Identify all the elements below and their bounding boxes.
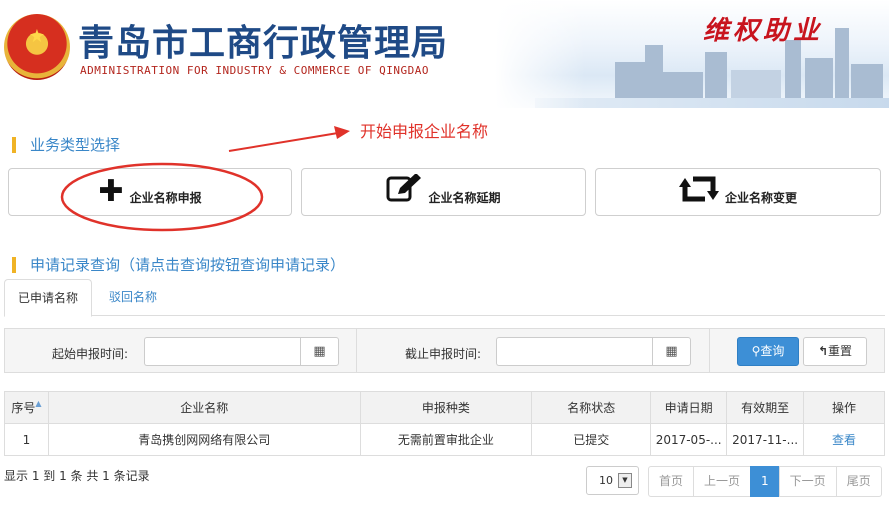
query-button[interactable]: ⚲查询 bbox=[737, 337, 799, 366]
chevron-down-icon: ▼ bbox=[618, 473, 632, 488]
page-prev-button[interactable]: 上一页 bbox=[693, 466, 752, 497]
edit-icon bbox=[386, 173, 422, 210]
cell-valid-until: 2017-11-... bbox=[726, 423, 805, 456]
divider bbox=[356, 329, 357, 372]
section-records: 申请记录查询（请点击查询按钮查询申请记录） bbox=[12, 254, 345, 275]
change-name-button[interactable]: 企业名称变更 bbox=[595, 168, 881, 216]
header-banner: 维权助业 bbox=[495, 0, 889, 108]
cell-index: 1 bbox=[4, 423, 49, 456]
query-label: 查询 bbox=[760, 344, 785, 358]
sort-icon: ▲ bbox=[35, 399, 42, 408]
page-size-value: 10 bbox=[599, 474, 613, 487]
reset-label: 重置 bbox=[828, 344, 853, 358]
cell-status: 已提交 bbox=[531, 423, 652, 456]
end-date-input[interactable] bbox=[496, 337, 653, 366]
column-header-action: 操作 bbox=[803, 391, 885, 424]
annotation-text: 开始申报企业名称 bbox=[360, 122, 489, 141]
section-business-type: 业务类型选择 bbox=[12, 134, 120, 155]
button-label: 企业名称变更 bbox=[724, 190, 797, 205]
cell-apply-date: 2017-05-... bbox=[650, 423, 728, 456]
section-bar bbox=[12, 136, 16, 153]
plus-icon: ✚ bbox=[98, 174, 124, 209]
column-header-name: 企业名称 bbox=[47, 391, 361, 424]
cell-name: 青岛携创网网络有限公司 bbox=[47, 423, 361, 456]
extend-name-button[interactable]: 企业名称延期 bbox=[301, 168, 586, 216]
site-subtitle: ADMINISTRATION FOR INDUSTRY & COMMERCE O… bbox=[80, 64, 430, 77]
cell-type: 无需前置审批企业 bbox=[359, 423, 533, 456]
page-last-button[interactable]: 尾页 bbox=[835, 466, 882, 497]
site-title: 青岛市工商行政管理局 bbox=[78, 22, 449, 64]
record-tabs: 已申请名称 驳回名称 bbox=[4, 279, 885, 317]
button-label: 企业名称延期 bbox=[428, 190, 501, 205]
annotation-arrow bbox=[228, 132, 339, 152]
records-table: 序号▲ 企业名称 申报种类 名称状态 申请日期 有效期至 操作 1 青岛携创网网… bbox=[4, 391, 885, 456]
page-first-button[interactable]: 首页 bbox=[648, 466, 695, 497]
start-date-label: 起始申报时间: bbox=[52, 347, 129, 361]
table-header-row: 序号▲ 企业名称 申报种类 名称状态 申请日期 有效期至 操作 bbox=[4, 391, 885, 424]
calendar-icon[interactable]: ▦ bbox=[652, 337, 691, 366]
column-header-valid-until: 有效期至 bbox=[726, 391, 805, 424]
pagination: 首页 上一页 1 下一页 尾页 bbox=[648, 466, 882, 497]
site-header: ★ 青岛市工商行政管理局 ADMINISTRATION FOR INDUSTRY… bbox=[0, 0, 889, 108]
view-link[interactable]: 查看 bbox=[832, 433, 856, 447]
start-date-input[interactable] bbox=[144, 337, 301, 366]
retweet-icon bbox=[678, 175, 719, 209]
undo-icon: ↰ bbox=[817, 344, 829, 358]
section-title: 业务类型选择 bbox=[30, 136, 121, 154]
column-header-apply-date: 申请日期 bbox=[650, 391, 728, 424]
tab-applied-names[interactable]: 已申请名称 bbox=[4, 279, 93, 317]
national-emblem-icon: ★ bbox=[4, 14, 70, 80]
section-title: 申请记录查询（请点击查询按钮查询申请记录） bbox=[30, 256, 346, 274]
record-summary: 显示 1 到 1 条 共 1 条记录 bbox=[4, 469, 150, 483]
page-size-select[interactable]: 10 ▼ bbox=[586, 466, 639, 495]
tab-rejected-names[interactable]: 驳回名称 bbox=[96, 279, 170, 316]
cell-action: 查看 bbox=[803, 423, 885, 456]
button-label: 企业名称申报 bbox=[129, 190, 202, 205]
divider bbox=[709, 329, 710, 372]
page-next-button[interactable]: 下一页 bbox=[778, 466, 837, 497]
filter-bar: 起始申报时间: ▦ 截止申报时间: ▦ ⚲查询 ↰重置 bbox=[4, 328, 885, 373]
end-date-label: 截止申报时间: bbox=[405, 347, 482, 361]
slogan: 维权助业 bbox=[703, 16, 824, 46]
declare-name-button[interactable]: ✚ 企业名称申报 bbox=[8, 168, 292, 216]
column-header-status: 名称状态 bbox=[531, 391, 652, 424]
table-row: 1 青岛携创网网络有限公司 无需前置审批企业 已提交 2017-05-... 2… bbox=[4, 423, 885, 456]
page-current-button[interactable]: 1 bbox=[750, 466, 780, 497]
annotation-arrowhead bbox=[334, 126, 350, 139]
reset-button[interactable]: ↰重置 bbox=[803, 337, 867, 366]
calendar-icon[interactable]: ▦ bbox=[300, 337, 339, 366]
section-bar bbox=[12, 256, 16, 273]
column-header-type: 申报种类 bbox=[359, 391, 533, 424]
column-header-index[interactable]: 序号▲ bbox=[4, 391, 49, 424]
